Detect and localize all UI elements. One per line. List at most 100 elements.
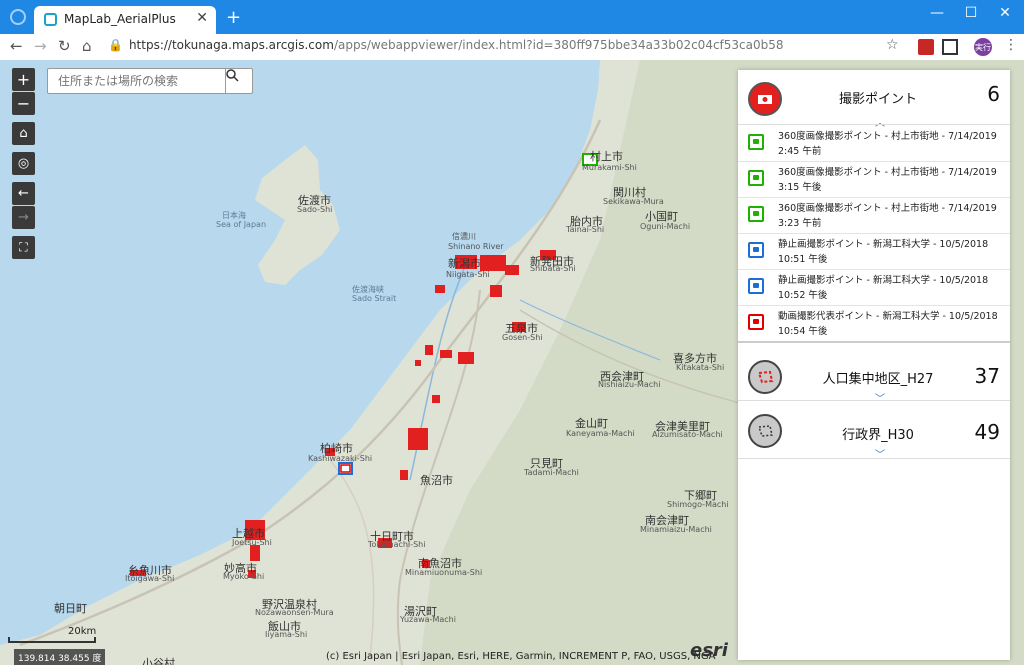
bookmark-star-icon[interactable]: ☆ [886,37,899,53]
layer-title: 行政界_H30 [842,428,914,443]
browser-tab[interactable]: MapLab_AerialPlus ✕ [34,6,216,34]
list-item[interactable]: 360度画像撮影ポイント - 村上市街地 - 7/14/2019 2:45 午前 [738,125,1010,162]
map-place-label: Tainai-Shi [566,225,605,234]
map-place-label: 朝日町 [54,602,87,615]
map-place-label: Kashiwazaki-Shi [308,454,373,463]
map-place-label: Nishiaizu-Machi [598,380,661,389]
url-host: https://tokunaga.maps.arcgis.com [128,38,334,52]
map-place-label: Tadami-Machi [524,468,579,477]
map-place-label: Shinano River [448,242,504,251]
layer-count: 37 [974,364,1000,388]
reload-icon[interactable]: ↻ [58,37,71,55]
layer-header-did[interactable]: 人口集中地区_H27 37 ﹀ [738,352,1010,405]
map-place-label: 信濃川 [452,232,476,241]
camera-layer-icon [748,82,782,116]
camera-green-icon [748,170,764,186]
list-item-text: 動画撮影代表ポイント - 新潟工科大学 - 10/5/2018 10:54 午後 [778,311,998,337]
map-place-label: Myoko-Shi [223,572,265,581]
tab-title: MapLab_AerialPlus [64,12,176,26]
back-icon[interactable]: ← [10,37,23,55]
coordinate-readout: 139.814 38.455 度 [14,649,106,665]
browser-menu-kebab-icon[interactable]: ⋮ [1004,37,1018,53]
camera-blue-icon [748,242,764,258]
map-place-label: Niigata-Shi [446,270,490,279]
map-place-label: Tokamachi-Shi [368,540,426,549]
scale-bar: 20km [8,626,96,643]
map-place-label: Oguni-Machi [640,222,691,231]
next-extent-button[interactable]: → [12,206,35,229]
home-icon[interactable]: ⌂ [82,37,92,55]
previous-extent-button[interactable]: ← [12,182,35,205]
tab-close-icon[interactable]: ✕ [196,10,208,26]
list-item-text: 360度画像撮影ポイント - 村上市街地 - 7/14/2019 3:23 午前 [778,203,997,229]
qr-extension-icon[interactable] [942,39,958,55]
camera-blue-icon [748,278,764,294]
minimize-icon[interactable]: — [922,5,952,21]
list-item[interactable]: 静止画撮影ポイント - 新潟工科大学 - 10/5/2018 10:51 午後 [738,233,1010,270]
list-item-text: 静止画撮影ポイント - 新潟工科大学 - 10/5/2018 10:52 午後 [778,275,989,301]
map-place-label: Joetsu-Shi [232,538,272,547]
forward-icon[interactable]: → [34,37,47,55]
tab-favicon-icon [44,13,57,26]
map-place-label: Shimogo-Machi [667,500,729,509]
map-place-label: 新潟市 [448,257,481,270]
lock-icon: 🔒 [108,38,123,52]
search-input[interactable] [48,69,228,93]
map-place-label: Sado Strait [352,294,397,303]
layer-header-admin-boundary[interactable]: 行政界_H30 49 ﹀ [738,406,1010,461]
map-place-label: Minamiuonuma-Shi [405,568,483,577]
polygon-red-icon [748,360,782,394]
map-place-label: 村上市 [590,150,623,163]
map-place-label: Sea of Japan [216,220,267,229]
search-icon [226,69,239,82]
home-extent-button[interactable]: ⌂ [12,122,35,145]
camera-red-icon [748,314,764,330]
address-bar: ← → ↻ ⌂ 🔒 https://tokunaga.maps.arcgis.co… [0,34,1024,61]
list-item-text: 静止画撮影ポイント - 新潟工科大学 - 10/5/2018 10:51 午後 [778,239,989,265]
attribution-text[interactable]: (c) Esri Japan | Esri Japan, Esri, HERE,… [326,651,716,662]
window-close-icon[interactable]: ✕ [990,5,1020,21]
url-path: /apps/webappviewer/index.html?id=380ff97… [333,38,784,52]
layer-count: 6 [987,82,1000,106]
map-place-label: Gosen-Shi [502,333,543,342]
scale-label: 20km [68,626,97,637]
extension-icon[interactable] [918,39,934,55]
map-place-label: Iiyama-Shi [265,630,308,639]
search-button[interactable] [225,69,252,93]
chevron-down-icon[interactable]: ﹀ [875,446,885,461]
map-place-label: Kitakata-Shi [676,363,725,372]
scale-line [8,637,96,643]
map-place-label: Murakami-Shi [582,163,637,172]
layer-title: 人口集中地区_H27 [822,372,934,387]
zoom-out-button[interactable]: − [12,92,35,115]
profile-avatar[interactable]: 実行 [974,38,992,56]
list-item[interactable]: 静止画撮影ポイント - 新潟工科大学 - 10/5/2018 10:52 午後 [738,269,1010,306]
map-place-label: Yuzawa-Machi [400,615,456,624]
list-item-text: 360度画像撮影ポイント - 村上市街地 - 7/14/2019 3:15 午後 [778,167,997,193]
list-item[interactable]: 360度画像撮影ポイント - 村上市街地 - 7/14/2019 3:15 午後 [738,161,1010,198]
browser-titlebar: MapLab_AerialPlus ✕ + — ☐ ✕ [0,0,1024,34]
url-field[interactable]: 🔒 https://tokunaga.maps.arcgis.com/apps/w… [108,38,784,52]
map-place-label: Sado-Shi [297,205,333,214]
map-place-label: Nozawaonsen-Mura [255,608,334,617]
map-place-label: Sekikawa-Mura [603,197,664,206]
map-place-label: Itoigawa-Shi [125,574,175,583]
map-place-label: Kaneyama-Machi [566,429,635,438]
layer-header-photo-points[interactable]: 撮影ポイント 6 ︿ [738,74,1010,129]
browser-menu-icon[interactable] [10,9,26,25]
search-widget [47,68,253,94]
zoom-in-button[interactable]: + [12,68,35,91]
chevron-down-icon[interactable]: ﹀ [875,390,885,405]
list-item-text: 360度画像撮影ポイント - 村上市街地 - 7/14/2019 2:45 午前 [778,131,997,157]
list-item[interactable]: 動画撮影代表ポイント - 新潟工科大学 - 10/5/2018 10:54 午後 [738,305,1010,343]
map-place-label: 魚沼市 [420,474,453,487]
polygon-gray-icon [748,414,782,448]
fullscreen-button[interactable]: ⛶ [12,236,35,259]
camera-green-icon [748,206,764,222]
list-item[interactable]: 360度画像撮影ポイント - 村上市街地 - 7/14/2019 3:23 午前 [738,197,1010,234]
layer-list-panel: 撮影ポイント 6 ︿ 360度画像撮影ポイント - 村上市街地 - 7/14/2… [738,70,1010,660]
layer-title: 撮影ポイント [838,92,917,107]
maximize-icon[interactable]: ☐ [956,5,986,21]
new-tab-icon[interactable]: + [226,7,241,28]
locate-button[interactable]: ◎ [12,152,35,175]
